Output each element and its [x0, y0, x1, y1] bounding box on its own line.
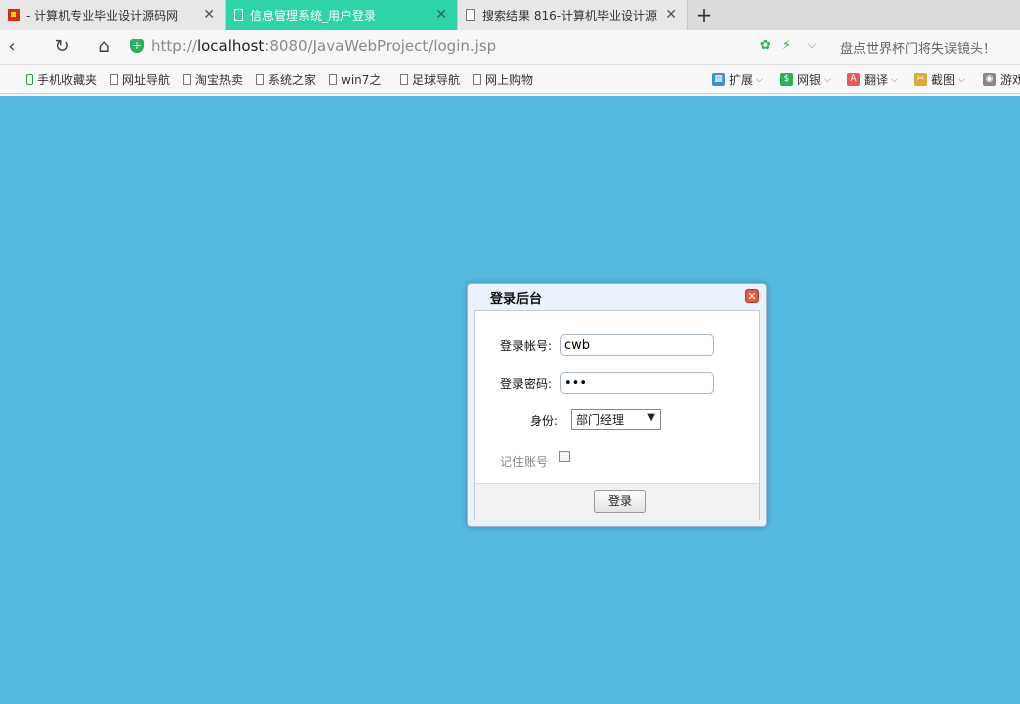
lightning-icon[interactable]: ⚡ [782, 38, 791, 53]
bookmark-item[interactable]: 网址导航 [110, 71, 170, 88]
search-hint[interactable]: 盘点世界杯门将失误镜头！ [840, 38, 996, 57]
browser-chrome: - 计算机专业毕业设计源码网 ✕ 信息管理系统_用户登录 ✕ 搜索结果 816-… [0, 0, 1020, 96]
netbank-menu[interactable]: $ 网银 ⌵ [780, 71, 831, 88]
url-path: :8080/JavaWebProject/login.jsp [264, 37, 497, 55]
reload-icon[interactable]: ↻ [50, 35, 74, 59]
gamepad-icon: ◉ [983, 73, 996, 86]
page-icon [110, 74, 118, 85]
password-input[interactable] [560, 372, 714, 394]
tab-title: - 计算机专业毕业设计源码网 [26, 8, 179, 23]
security-shield-icon: + [130, 39, 144, 53]
remember-account-checkbox[interactable] [559, 451, 570, 462]
chevron-down-icon: ⌵ [756, 74, 763, 85]
tab-source-site[interactable]: - 计算机专业毕业设计源码网 ✕ [0, 0, 226, 30]
page-icon [400, 74, 408, 85]
remember-account-label: 记住账号 [500, 455, 549, 469]
bookmark-item[interactable]: 网上购物 [473, 71, 533, 88]
bookmark-item[interactable]: 淘宝热卖 [183, 71, 243, 88]
chevron-down-icon: ⌵ [824, 74, 831, 85]
role-select[interactable]: 部门经理 ▼ [571, 409, 661, 430]
password-label: 登录密码: [500, 377, 553, 391]
account-label: 登录帐号: [500, 339, 553, 353]
translate-icon: A [847, 73, 860, 86]
dialog-body: 登录帐号: 登录密码: 身份: 部门经理 ▼ 记住账号 登录 [474, 310, 760, 520]
dialog-footer: 登录 [475, 483, 759, 520]
chevron-down-icon[interactable]: ⌵ [808, 38, 816, 52]
tab-title: 搜索结果 816-计算机毕业设计源 [482, 8, 658, 23]
close-icon[interactable]: ✕ [435, 7, 447, 23]
screenshot-menu[interactable]: ✂ 截图 ⌵ [914, 71, 965, 88]
dropdown-arrow-icon: ▼ [647, 412, 655, 423]
url-host: localhost [196, 37, 265, 55]
tab-title: 信息管理系统_用户登录 [250, 8, 377, 23]
page-icon [234, 9, 243, 21]
page-icon [183, 74, 191, 85]
extensions-icon: ▦ [712, 73, 725, 86]
tab-search-results[interactable]: 搜索结果 816-计算机毕业设计源 ✕ [458, 0, 688, 30]
games-menu[interactable]: ◉ 游戏 [983, 71, 1020, 88]
tab-bar: - 计算机专业毕业设计源码网 ✕ 信息管理系统_用户登录 ✕ 搜索结果 816-… [0, 0, 1020, 30]
page-icon [256, 74, 264, 85]
page-icon [466, 9, 475, 21]
address-bar[interactable]: + http://localhost:8080/JavaWebProject/l… [130, 32, 810, 60]
navigation-bar: ‹ ↻ ⌂ + http://localhost:8080/JavaWebPro… [0, 30, 1020, 65]
home-icon[interactable]: ⌂ [92, 35, 116, 59]
close-icon[interactable]: ✕ [203, 7, 215, 23]
bookmark-item[interactable]: win7之 [329, 71, 381, 88]
bookmark-item[interactable]: 足球导航 [400, 71, 460, 88]
bookmark-item[interactable]: 系统之家 [256, 71, 316, 88]
account-input[interactable] [560, 334, 714, 356]
bookmark-item[interactable]: 手机收藏夹 [26, 71, 97, 88]
back-icon[interactable]: ‹ [0, 35, 24, 59]
speed-icon[interactable]: ✿ [760, 38, 771, 53]
url-protocol: http:// [151, 37, 197, 55]
login-button[interactable]: 登录 [594, 490, 646, 513]
phone-icon [26, 74, 33, 85]
flag-icon [8, 9, 20, 21]
extensions-menu[interactable]: ▦ 扩展 ⌵ [712, 71, 763, 88]
dialog-title: 登录后台 [490, 292, 543, 307]
close-icon[interactable]: ✕ [745, 289, 759, 303]
tab-login[interactable]: 信息管理系统_用户登录 ✕ [226, 0, 458, 30]
chevron-down-icon: ⌵ [958, 74, 965, 85]
bank-icon: $ [780, 73, 793, 86]
role-label: 身份: [530, 414, 559, 428]
close-icon[interactable]: ✕ [665, 7, 677, 23]
page-icon [329, 74, 337, 85]
chevron-down-icon: ⌵ [891, 74, 898, 85]
scissors-icon: ✂ [914, 73, 927, 86]
bookmarks-bar: 手机收藏夹 网址导航 淘宝热卖 系统之家 win7之 足球导航 网上购物 ▦ 扩展… [0, 65, 1020, 94]
page-icon [473, 74, 481, 85]
login-dialog: 登录后台 ✕ 登录帐号: 登录密码: 身份: 部门经理 ▼ 记住账号 登录 [467, 283, 767, 527]
role-selected-value: 部门经理 [576, 413, 625, 427]
translate-menu[interactable]: A 翻译 ⌵ [847, 71, 898, 88]
new-tab-button[interactable]: + [692, 3, 716, 27]
